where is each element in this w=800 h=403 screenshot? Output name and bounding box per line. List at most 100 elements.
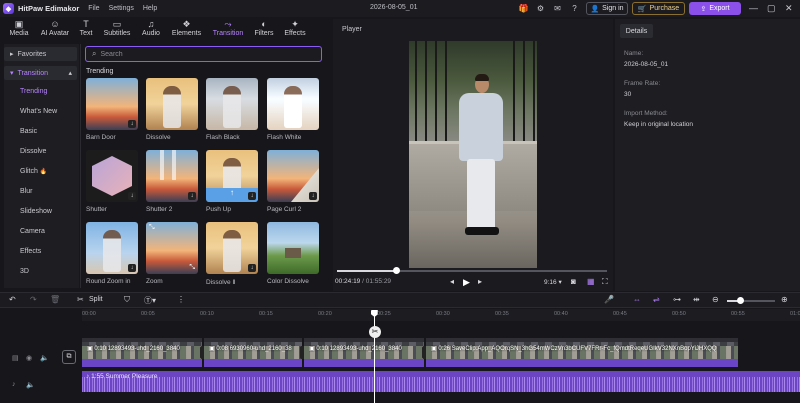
help-icon[interactable]: ? — [569, 3, 580, 14]
sidebar-transition[interactable]: ▾ Transition ▴ — [4, 66, 77, 80]
download-icon[interactable]: ↓ — [188, 192, 196, 200]
redo-icon[interactable]: ↷ — [30, 295, 37, 304]
text-tool-icon[interactable]: Ⓣ▾ — [144, 295, 156, 306]
menu-file[interactable]: File — [88, 5, 99, 12]
timeline-clip[interactable]: ▣ 0:08 6930960-uhd_2160_38 — [204, 338, 302, 367]
mail-icon[interactable]: ✉ — [552, 3, 563, 14]
zoom-out-icon[interactable]: ⊖ — [712, 295, 719, 304]
purchase-button[interactable]: 🛒 Purchase — [632, 2, 685, 15]
timeline-clip[interactable]: ▣ 0:26 SaveClip.App_AQOrqSN_3hG54mWCzVn3… — [426, 338, 738, 367]
audio-clip[interactable] — [82, 371, 800, 392]
zoom-handle[interactable] — [737, 297, 744, 304]
sign-in-button[interactable]: 👤 Sign in — [586, 2, 628, 15]
link-icon[interactable]: ⇔ — [633, 295, 641, 304]
menu-settings[interactable]: Settings — [109, 5, 134, 12]
settings-icon[interactable]: ⚙ — [535, 3, 546, 14]
sidebar-item-effects[interactable]: Effects — [20, 248, 41, 255]
tab-media[interactable]: ▣ Media — [6, 19, 32, 41]
replace-media-icon[interactable]: ⧉ — [62, 350, 76, 364]
split-icon[interactable]: ✂ — [77, 295, 84, 304]
search-input[interactable] — [100, 50, 301, 58]
grid-icon[interactable]: ▦ — [587, 277, 595, 286]
scrubber-handle[interactable] — [393, 267, 400, 274]
split-button[interactable]: Split — [89, 296, 103, 303]
sidebar-item-dissolve[interactable]: Dissolve — [20, 148, 46, 155]
previous-frame-icon[interactable]: ◂ — [450, 277, 454, 286]
sidebar-item-3d[interactable]: 3D — [20, 268, 29, 275]
playhead-line[interactable] — [374, 311, 375, 403]
search-box[interactable]: ⌕ — [85, 46, 322, 62]
tab-audio[interactable]: ♫ Audio — [139, 19, 163, 41]
tab-text[interactable]: T Text — [76, 19, 96, 41]
zoom-in-icon[interactable]: ⊕ — [781, 295, 788, 304]
undo-icon[interactable]: ↶ — [9, 295, 16, 304]
download-icon[interactable]: ↓ — [128, 120, 136, 128]
sidebar-item-glitch[interactable]: Glitch 🔥 — [20, 168, 47, 175]
video-preview[interactable] — [409, 41, 537, 268]
clip-audio-bar — [304, 359, 424, 367]
sidebar-item-camera[interactable]: Camera — [20, 228, 45, 235]
scissors-icon[interactable]: ✂ — [369, 326, 381, 338]
sidebar-transition-label: Transition — [17, 69, 48, 77]
speaker-icon[interactable]: 🔈 — [26, 381, 35, 389]
tile-label: Dissolve — [146, 134, 171, 141]
filters-icon: ◐ — [261, 19, 267, 29]
timeline-clip[interactable]: ▣ 0:10 12893493-uhd_2160_3840 — [82, 338, 202, 367]
transition-tile-round-zoom-in[interactable]: ↓ — [86, 222, 138, 274]
delete-icon[interactable]: 🗑 — [50, 295, 60, 304]
aspect-ratio-select[interactable]: 9:16 ▾ — [544, 278, 562, 286]
collapse-icon[interactable]: ▴ — [68, 69, 72, 77]
section-title: Trending — [86, 68, 114, 75]
download-icon[interactable]: ↓ — [248, 264, 256, 272]
tab-ai-avatar[interactable]: ☺ AI Avatar — [37, 19, 73, 41]
more-icon[interactable]: ⋮ — [177, 295, 185, 304]
transition-tile-dissolve[interactable] — [146, 78, 198, 130]
fence-bar — [523, 41, 525, 146]
transition-tile-push-up[interactable]: ↑ ↓ — [206, 150, 258, 202]
transition-tile-flash-white[interactable] — [267, 78, 319, 130]
sidebar-item-blur[interactable]: Blur — [20, 188, 32, 195]
timeline-clip[interactable]: ▣ 0:10 12893493-uhd_2160_3840 — [304, 338, 424, 367]
tab-elements[interactable]: ❖ Elements — [170, 19, 203, 41]
close-icon[interactable]: ✕ — [785, 3, 793, 14]
chain-icon[interactable]: ⊶ — [673, 295, 681, 304]
download-icon[interactable]: ↓ — [128, 264, 136, 272]
tab-filters[interactable]: ◐ Filters — [252, 19, 276, 41]
transition-tile-barn-door[interactable]: ↓ — [86, 78, 138, 130]
download-icon[interactable]: ↓ — [128, 192, 136, 200]
menu-help[interactable]: Help — [143, 5, 157, 12]
magnet-icon[interactable]: ⇌ — [653, 295, 660, 304]
gift-icon[interactable]: 🎁 — [518, 3, 529, 14]
minimize-icon[interactable]: — — [749, 3, 758, 13]
eye-icon[interactable]: ◉ — [26, 354, 32, 362]
fit-icon[interactable]: ⇹ — [693, 295, 700, 304]
transition-tile-page-curl-2[interactable]: ↓ — [267, 150, 319, 202]
shield-icon[interactable]: ⛉ — [124, 295, 130, 305]
export-button[interactable]: ⇪ Export — [689, 2, 741, 15]
tab-effects[interactable]: ✦ Effects — [282, 19, 308, 41]
sidebar-item-whats-new[interactable]: What's New — [20, 108, 57, 115]
transition-tile-shutter[interactable]: ↓ — [86, 150, 138, 202]
fullscreen-icon[interactable]: ⛶ — [602, 277, 608, 287]
snapshot-icon[interactable]: ◙ — [571, 277, 576, 286]
tab-transition[interactable]: ⤳ Transition — [210, 19, 246, 41]
sidebar-item-slideshow[interactable]: Slideshow — [20, 208, 52, 215]
download-icon[interactable]: ↓ — [248, 192, 256, 200]
tab-subtitles[interactable]: ▭ Subtitles — [100, 19, 134, 41]
maximize-icon[interactable]: ▢ — [767, 3, 776, 14]
play-icon[interactable]: ▶ — [463, 277, 470, 288]
transition-tile-color-dissolve[interactable] — [267, 222, 319, 274]
next-frame-icon[interactable]: ▸ — [478, 277, 482, 286]
sidebar-item-basic[interactable]: Basic — [20, 128, 37, 135]
transition-tile-zoom[interactable]: ⤡ ⤡ — [146, 222, 198, 274]
sidebar-item-trending[interactable]: Trending — [20, 88, 47, 95]
tab-details[interactable]: Details — [620, 24, 653, 38]
transition-tile-shutter-2[interactable]: ↓ — [146, 150, 198, 202]
transition-tile-dissolve-ii[interactable]: ↓ — [206, 222, 258, 274]
sidebar-divider — [80, 44, 81, 288]
speaker-icon[interactable]: 🔈 — [40, 354, 49, 362]
download-icon[interactable]: ↓ — [309, 192, 317, 200]
microphone-icon[interactable]: 🎤 — [604, 295, 614, 304]
sidebar-favorites[interactable]: ▸ Favorites — [4, 47, 77, 61]
transition-tile-flash-black[interactable] — [206, 78, 258, 130]
